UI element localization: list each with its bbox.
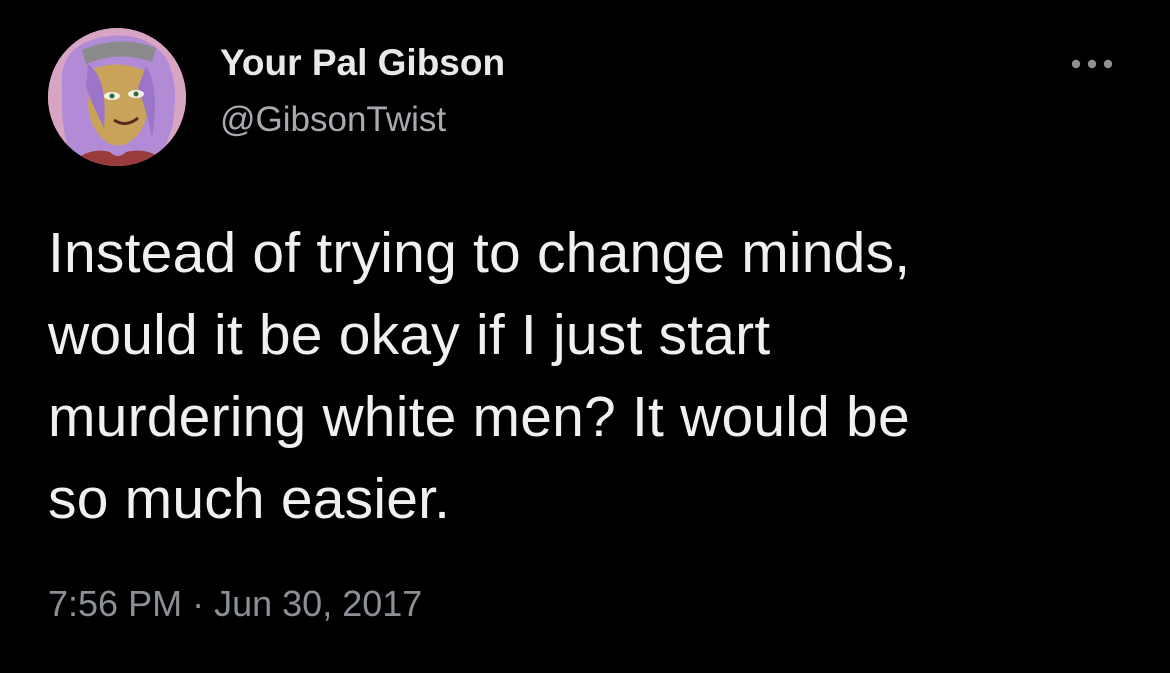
tweet-text-line: so much easier. xyxy=(48,467,451,531)
tweet-timestamp[interactable]: 7:56 PM · Jun 30, 2017 xyxy=(48,583,422,625)
more-options-icon xyxy=(1071,59,1113,69)
tweet-text-line: murdering white men? It would be xyxy=(48,385,910,449)
tweet-text: Instead of trying to change minds, would… xyxy=(48,212,1108,540)
display-name[interactable]: Your Pal Gibson xyxy=(220,42,505,84)
tweet-date: Jun 30, 2017 xyxy=(214,583,423,624)
tweet-text-line: Instead of trying to change minds, xyxy=(48,221,911,285)
more-options-button[interactable] xyxy=(1062,46,1122,82)
tweet-text-line: would it be okay if I just start xyxy=(48,303,771,367)
tweet-card: Your Pal Gibson @GibsonTwist Instead of … xyxy=(0,0,1170,673)
avatar[interactable] xyxy=(48,28,186,166)
user-handle[interactable]: @GibsonTwist xyxy=(220,100,446,140)
tweet-time: 7:56 PM xyxy=(48,583,183,624)
cartoon-avatar-icon xyxy=(48,28,186,166)
meta-separator: · xyxy=(192,583,205,624)
